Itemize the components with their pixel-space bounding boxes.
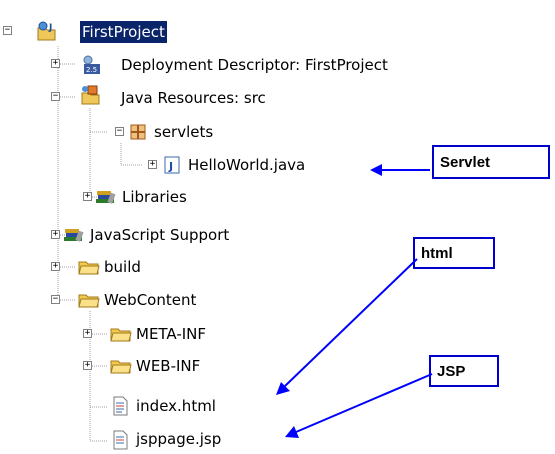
- annotation-arrows: [276, 164, 433, 438]
- html-arrow: [276, 258, 418, 395]
- jsp-arrow: [285, 373, 433, 438]
- servlet-arrow: [370, 164, 430, 176]
